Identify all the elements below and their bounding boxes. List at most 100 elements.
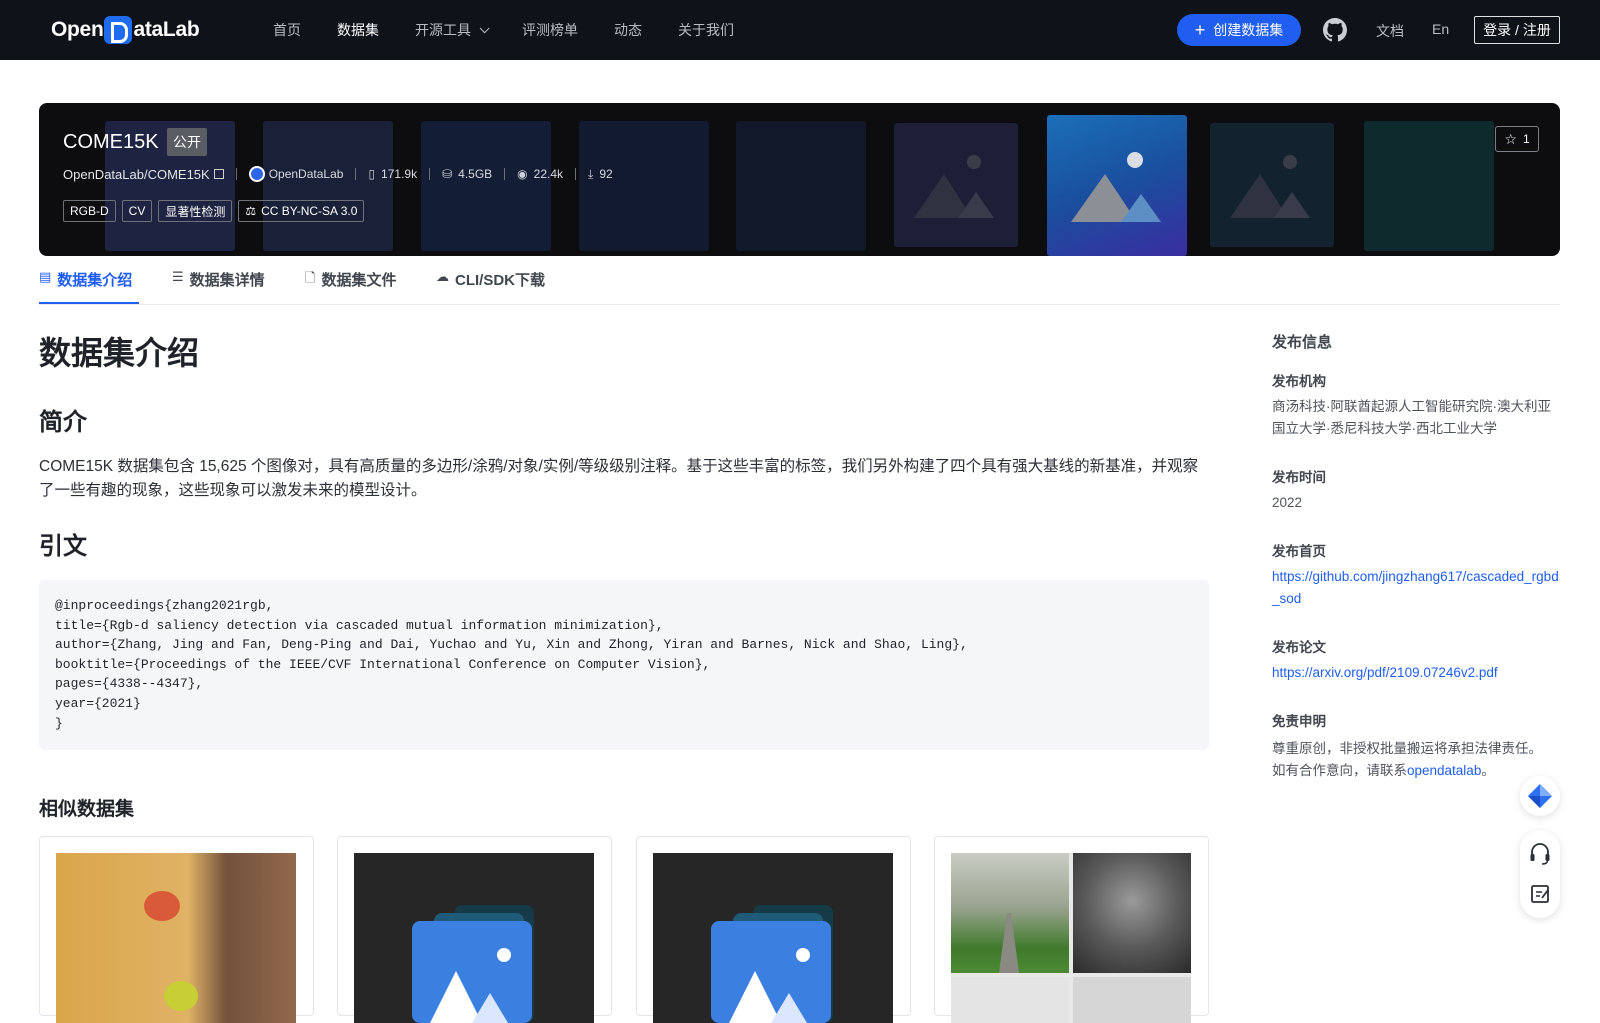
banner-thumb bbox=[421, 121, 551, 251]
file-count: 171.9k bbox=[381, 167, 418, 181]
publish-time-label: 发布时间 bbox=[1272, 470, 1326, 485]
disclaimer-line: 尊重原创，非授权批量搬运将承担法律责任。 bbox=[1272, 741, 1542, 756]
image-placeholder-icon bbox=[1071, 151, 1161, 222]
tab-details[interactable]: ☰ 数据集详情 bbox=[172, 269, 265, 304]
nav-link-datasets[interactable]: 数据集 bbox=[337, 20, 379, 40]
citation-heading: 引文 bbox=[39, 533, 87, 560]
list-icon: ☰ bbox=[172, 269, 184, 284]
feedback-edit-icon[interactable] bbox=[1520, 874, 1560, 918]
cover-shape bbox=[226, 853, 296, 1023]
tab-files[interactable]: 🗋 数据集文件 bbox=[305, 269, 396, 304]
opendatalab-logo[interactable]: Open ataLab bbox=[51, 15, 200, 45]
image-placeholder-icon bbox=[914, 155, 994, 218]
download-count: 92 bbox=[599, 167, 613, 181]
disclaimer-line: 如有合作意向，请联系opendatalab。 bbox=[1272, 763, 1495, 778]
license-tag[interactable]: ⚖ CC BY-NC-SA 3.0 bbox=[238, 200, 365, 222]
banner-thumb bbox=[263, 121, 393, 251]
dataset-cover-image bbox=[951, 853, 1191, 1023]
star-button[interactable]: ☆ 1 bbox=[1495, 126, 1539, 152]
nav-link-home[interactable]: 首页 bbox=[273, 20, 301, 40]
nav-link-about[interactable]: 关于我们 bbox=[678, 20, 734, 40]
homepage-link[interactable]: https://github.com/jingzhang617/cascaded… bbox=[1272, 569, 1559, 606]
top-nav: Open ataLab 首页 数据集 开源工具 评测榜单 动态 关于我们 + 创… bbox=[0, 0, 1600, 60]
plus-icon: + bbox=[1194, 20, 1206, 40]
star-icon: ☆ bbox=[1504, 130, 1517, 147]
chevron-down-icon bbox=[479, 22, 490, 33]
dataset-size: 4.5GB bbox=[458, 167, 493, 181]
github-icon[interactable] bbox=[1323, 18, 1347, 42]
login-register-button[interactable]: 登录 / 注册 bbox=[1474, 16, 1560, 44]
page-title: 数据集介绍 bbox=[39, 335, 200, 371]
cover-quadrant bbox=[1073, 977, 1191, 1023]
banner-thumb bbox=[1210, 123, 1334, 247]
tag-cv[interactable]: CV bbox=[121, 200, 153, 222]
divider bbox=[235, 168, 237, 180]
divider bbox=[429, 168, 431, 180]
visibility-badge: 公开 bbox=[167, 128, 207, 156]
copy-icon[interactable] bbox=[213, 169, 224, 179]
disclaimer-text: 尊重原创，非授权批量搬运将承担法律责任。 如有合作意向，请联系opendatal… bbox=[1272, 738, 1562, 782]
nav-link-opensource-tools[interactable]: 开源工具 bbox=[415, 20, 490, 40]
intro-text: COME15K 数据集包含 15,625 个图像对，具有高质量的多边形/涂鸦/对… bbox=[39, 458, 1199, 499]
cover-quadrant bbox=[951, 977, 1069, 1023]
nav-link-leaderboard[interactable]: 评测榜单 bbox=[522, 20, 578, 40]
banner-thumb bbox=[579, 121, 709, 251]
org-name[interactable]: OpenDataLab bbox=[269, 167, 344, 181]
citation-code-block[interactable]: @inproceedings{zhang2021rgb, title={Rgb-… bbox=[39, 580, 1209, 750]
image-placeholder-icon bbox=[412, 905, 534, 1023]
tab-introduction[interactable]: ▤ 数据集介绍 bbox=[39, 269, 139, 304]
tab-cli-sdk-download[interactable]: ☁ CLI/SDK下载 bbox=[436, 269, 545, 304]
paper-link-wrap: https://arxiv.org/pdf/2109.07246v2.pdf bbox=[1272, 662, 1562, 684]
dataset-meta-row: OpenDataLab/COME15K OpenDataLab ▯ 171.9k… bbox=[63, 165, 613, 183]
headset-icon[interactable] bbox=[1520, 830, 1560, 874]
banner-thumb bbox=[736, 121, 866, 251]
dataset-cover-image bbox=[653, 853, 893, 1023]
image-placeholder-icon bbox=[711, 905, 833, 1023]
paper-link[interactable]: https://arxiv.org/pdf/2109.07246v2.pdf bbox=[1272, 665, 1498, 680]
eye-icon: ◉ bbox=[517, 167, 528, 181]
contact-link[interactable]: opendatalab bbox=[1407, 763, 1481, 778]
database-icon: ▤ bbox=[39, 269, 52, 284]
file-icon: 🗋 bbox=[305, 270, 316, 285]
similar-dataset-card[interactable] bbox=[636, 836, 911, 1023]
dataset-banner: COME15K 公开 OpenDataLab/COME15K OpenDataL… bbox=[39, 103, 1560, 256]
dataset-path: OpenDataLab/COME15K bbox=[63, 166, 210, 182]
logo-text-left: Open bbox=[51, 18, 104, 41]
homepage-label: 发布首页 bbox=[1272, 544, 1326, 559]
similar-dataset-card[interactable] bbox=[39, 836, 314, 1023]
cover-shape bbox=[164, 981, 198, 1011]
image-placeholder-icon bbox=[1230, 155, 1310, 218]
publish-time-value: 2022 bbox=[1272, 495, 1303, 510]
divider bbox=[575, 168, 577, 180]
logo-text-right: ataLab bbox=[133, 18, 200, 41]
cloud-download-icon: ☁ bbox=[436, 269, 449, 284]
publisher-value: 商汤科技·阿联酋起源人工智能研究院·澳大利亚国立大学·悉尼科技大学·西北工业大学 bbox=[1272, 399, 1551, 436]
create-dataset-button[interactable]: + 创建数据集 bbox=[1177, 14, 1301, 46]
publish-info-title: 发布信息 bbox=[1272, 334, 1333, 351]
tag-saliency-detection[interactable]: 显著性检测 bbox=[158, 200, 233, 222]
language-switch[interactable]: En bbox=[1432, 21, 1449, 37]
publisher-label: 发布机构 bbox=[1272, 374, 1326, 389]
nav-docs-link[interactable]: 文档 bbox=[1376, 21, 1404, 41]
divider bbox=[355, 168, 357, 180]
nav-link-news[interactable]: 动态 bbox=[614, 20, 642, 40]
disk-icon: ⛁ bbox=[442, 167, 453, 181]
dataset-tags: RGB-D CV 显著性检测 ⚖ CC BY-NC-SA 3.0 bbox=[63, 200, 370, 222]
assistant-float-button[interactable] bbox=[1520, 776, 1560, 816]
dataset-cover-image bbox=[354, 853, 594, 1023]
banner-thumb-active bbox=[1047, 115, 1187, 256]
view-count: 22.4k bbox=[533, 167, 564, 181]
similar-dataset-card[interactable] bbox=[337, 836, 612, 1023]
tag-rgbd[interactable]: RGB-D bbox=[63, 200, 116, 222]
cover-quadrant bbox=[1073, 853, 1191, 973]
dataset-cover-image bbox=[56, 853, 296, 1023]
disclaimer-label: 免责申明 bbox=[1272, 714, 1326, 729]
download-icon: ⤓ bbox=[588, 166, 594, 181]
similar-datasets-heading: 相似数据集 bbox=[39, 799, 135, 820]
banner-thumb bbox=[894, 123, 1018, 247]
dataset-tabs: ▤ 数据集介绍 ☰ 数据集详情 🗋 数据集文件 ☁ CLI/SDK下载 bbox=[39, 265, 1560, 305]
files-icon: ▯ bbox=[368, 167, 376, 181]
dataset-title: COME15K bbox=[63, 131, 159, 153]
paper-label: 发布论文 bbox=[1272, 640, 1326, 655]
similar-dataset-card[interactable] bbox=[934, 836, 1209, 1023]
